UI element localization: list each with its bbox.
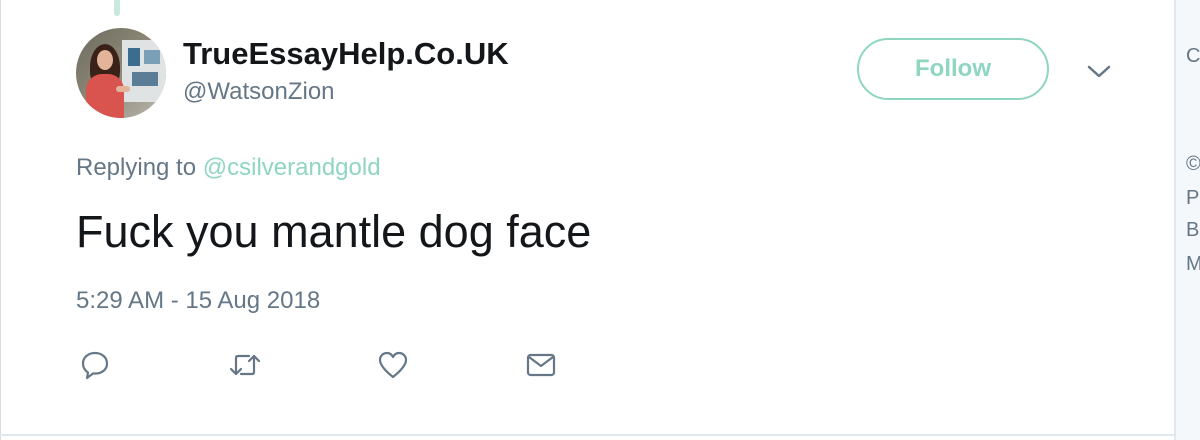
side-panel-fragment: ©: [1186, 153, 1200, 175]
user-handle[interactable]: @WatsonZion: [183, 78, 335, 106]
tweet-timestamp[interactable]: 5:29 AM - 15 Aug 2018: [76, 287, 320, 315]
envelope-icon: [526, 353, 556, 377]
avatar[interactable]: [76, 28, 166, 118]
side-panel-fragment: M: [1186, 253, 1200, 275]
retweet-button[interactable]: [228, 348, 262, 382]
left-frame-border: [0, 0, 1, 440]
follow-button[interactable]: Follow: [857, 38, 1049, 100]
heart-outline-icon: [378, 351, 408, 379]
tweet-text: Fuck you mantle dog face: [76, 206, 592, 257]
side-panel-fragment: B: [1186, 219, 1200, 241]
replying-to-prefix: Replying to: [76, 154, 197, 181]
side-panel-fragment: C: [1186, 45, 1200, 67]
side-panel-fragment: P: [1186, 187, 1200, 209]
like-button[interactable]: [376, 348, 410, 382]
direct-message-button[interactable]: [524, 348, 558, 382]
display-name[interactable]: TrueEssayHelp.Co.UK: [183, 36, 509, 72]
chevron-down-icon[interactable]: [1086, 60, 1112, 82]
retweet-arrows-icon: [229, 354, 261, 376]
speech-bubble-icon: [81, 351, 109, 380]
tweet-bottom-border: [0, 434, 1176, 436]
thread-connector-line: [114, 0, 120, 16]
replying-to-line: Replying to @csilverandgold: [76, 154, 381, 182]
reply-mention-link[interactable]: @csilverandgold: [203, 154, 381, 181]
side-panel: C © P B M: [1176, 0, 1200, 440]
reply-button[interactable]: [78, 348, 112, 382]
